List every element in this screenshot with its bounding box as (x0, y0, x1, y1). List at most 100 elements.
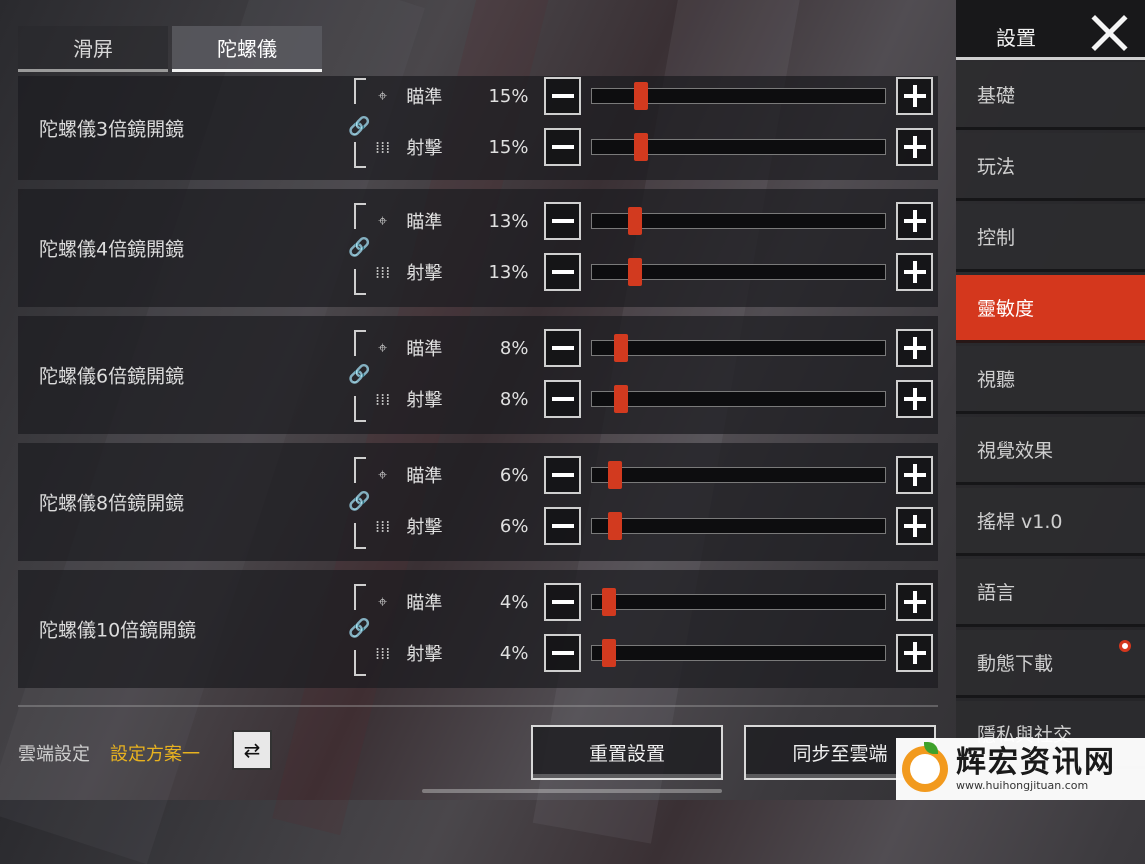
decrease-button[interactable] (544, 456, 582, 494)
aim-row: ⌖ 瞄準 8% (373, 328, 934, 368)
shoot-row: ⁞⁞⁞ 射擊 15% (373, 127, 934, 167)
chain-link-icon[interactable]: 🔗 (348, 618, 370, 640)
increase-button[interactable] (896, 380, 934, 418)
sensitivity-slider[interactable] (591, 385, 887, 413)
row-label: 瞄準 (406, 87, 443, 108)
increase-button[interactable] (896, 583, 934, 621)
sensitivity-group: 陀螺儀3倍鏡開鏡 🔗 ⌖ 瞄準 15% ⁞⁞⁞ 射擊 15% (18, 76, 938, 180)
link-bracket-top (354, 330, 366, 356)
decrease-button[interactable] (544, 202, 582, 240)
reset-settings-button[interactable]: 重置設置 (531, 725, 723, 780)
slider-thumb[interactable] (613, 385, 628, 413)
decrease-button[interactable] (544, 380, 582, 418)
crosshair-icon: ⌖ (378, 211, 388, 230)
aim-row: ⌖ 瞄準 4% (373, 582, 934, 622)
chain-link-icon[interactable]: 🔗 (348, 491, 370, 513)
decrease-button[interactable] (544, 583, 582, 621)
row-value: 15% (488, 85, 529, 107)
sensitivity-slider[interactable] (591, 512, 887, 540)
slider-thumb[interactable] (607, 512, 622, 540)
increase-button[interactable] (896, 456, 934, 494)
row-value: 15% (488, 136, 529, 158)
swap-arrows-icon: ⇄ (243, 738, 261, 762)
row-label: 射擊 (406, 644, 443, 665)
scroll-indicator (422, 789, 722, 793)
row-value: 6% (499, 515, 529, 537)
sidebar-item-sensitivity[interactable]: 靈敏度 (956, 275, 1145, 343)
sensitivity-slider[interactable] (591, 461, 887, 489)
decrease-button[interactable] (544, 253, 582, 291)
chain-link-icon[interactable]: 🔗 (348, 237, 370, 259)
sidebar-item-visual-effects[interactable]: 視覺效果 (956, 417, 1145, 485)
sidebar-item-controls[interactable]: 控制 (956, 204, 1145, 272)
sensitivity-slider[interactable] (591, 258, 887, 286)
close-x-icon[interactable] (1090, 14, 1128, 52)
increase-button[interactable] (896, 202, 934, 240)
slider-thumb[interactable] (634, 82, 649, 110)
slider-thumb[interactable] (602, 639, 617, 667)
sensitivity-slider[interactable] (591, 588, 887, 616)
sidebar-item-basic[interactable]: 基礎 (956, 62, 1145, 130)
row-label: 瞄準 (406, 339, 443, 360)
row-value: 8% (499, 388, 529, 410)
cloud-plan-name[interactable]: 設定方案一 (110, 740, 200, 766)
bullets-icon: ⁞⁞⁞ (375, 389, 391, 409)
sensitivity-slider[interactable] (591, 207, 887, 235)
chain-link-icon[interactable]: 🔗 (348, 116, 370, 138)
watermark-title: 辉宏资讯网 (956, 744, 1116, 780)
crosshair-icon: ⌖ (378, 592, 388, 611)
row-label: 射擊 (406, 263, 443, 284)
row-label: 瞄準 (406, 466, 443, 487)
slider-thumb[interactable] (602, 588, 617, 616)
increase-button[interactable] (896, 253, 934, 291)
sensitivity-group: 陀螺儀6倍鏡開鏡 🔗 ⌖ 瞄準 8% ⁞⁞⁞ 射擊 8% (18, 316, 938, 434)
notification-dot (1119, 640, 1131, 652)
sidebar-title: 設置 (996, 26, 1036, 50)
sensitivity-slider[interactable] (591, 639, 887, 667)
slider-thumb[interactable] (628, 207, 643, 235)
sidebar-item-label: 動態下載 (977, 653, 1054, 675)
increase-button[interactable] (896, 507, 934, 545)
row-value: 8% (499, 337, 529, 359)
shoot-row: ⁞⁞⁞ 射擊 13% (373, 252, 934, 292)
watermark: 辉宏资讯网 www.huihongjituan.com (896, 738, 1145, 800)
sensitivity-slider[interactable] (591, 133, 887, 161)
sensitivity-slider[interactable] (591, 334, 887, 362)
sidebar-item-gameplay[interactable]: 玩法 (956, 133, 1145, 201)
tab-swipe[interactable]: 滑屏 (18, 26, 168, 72)
sensitivity-slider[interactable] (591, 82, 887, 110)
slider-thumb[interactable] (628, 258, 643, 286)
cloud-settings-label: 雲端設定 (18, 744, 90, 765)
sidebar-header: 設置 (956, 0, 1145, 60)
decrease-button[interactable] (544, 507, 582, 545)
group-label: 陀螺儀3倍鏡開鏡 (39, 118, 185, 141)
sidebar-item-joystick[interactable]: 搖桿 v1.0 (956, 488, 1145, 556)
bullets-icon: ⁞⁞⁞ (375, 137, 391, 157)
slider-thumb[interactable] (634, 133, 649, 161)
increase-button[interactable] (896, 634, 934, 672)
bullets-icon: ⁞⁞⁞ (375, 643, 391, 663)
row-value: 4% (499, 591, 529, 613)
increase-button[interactable] (896, 329, 934, 367)
decrease-button[interactable] (544, 128, 582, 166)
link-bracket-bottom (354, 523, 366, 549)
sidebar-item-language[interactable]: 語言 (956, 559, 1145, 627)
slider-thumb[interactable] (607, 461, 622, 489)
increase-button[interactable] (896, 77, 934, 115)
slider-thumb[interactable] (613, 334, 628, 362)
increase-button[interactable] (896, 128, 934, 166)
sidebar-item-dynamic-download[interactable]: 動態下載 (956, 630, 1145, 698)
tab-gyroscope[interactable]: 陀螺儀 (172, 26, 322, 72)
link-bracket-bottom (354, 142, 366, 168)
swap-plan-button[interactable]: ⇄ (232, 730, 272, 770)
group-label: 陀螺儀6倍鏡開鏡 (39, 365, 185, 388)
decrease-button[interactable] (544, 77, 582, 115)
decrease-button[interactable] (544, 634, 582, 672)
crosshair-icon: ⌖ (378, 338, 388, 357)
link-bracket-bottom (354, 650, 366, 676)
group-label: 陀螺儀8倍鏡開鏡 (39, 492, 185, 515)
chain-link-icon[interactable]: 🔗 (348, 364, 370, 386)
decrease-button[interactable] (544, 329, 582, 367)
link-bracket-bottom (354, 269, 366, 295)
sidebar-item-audio-video[interactable]: 視聽 (956, 346, 1145, 414)
